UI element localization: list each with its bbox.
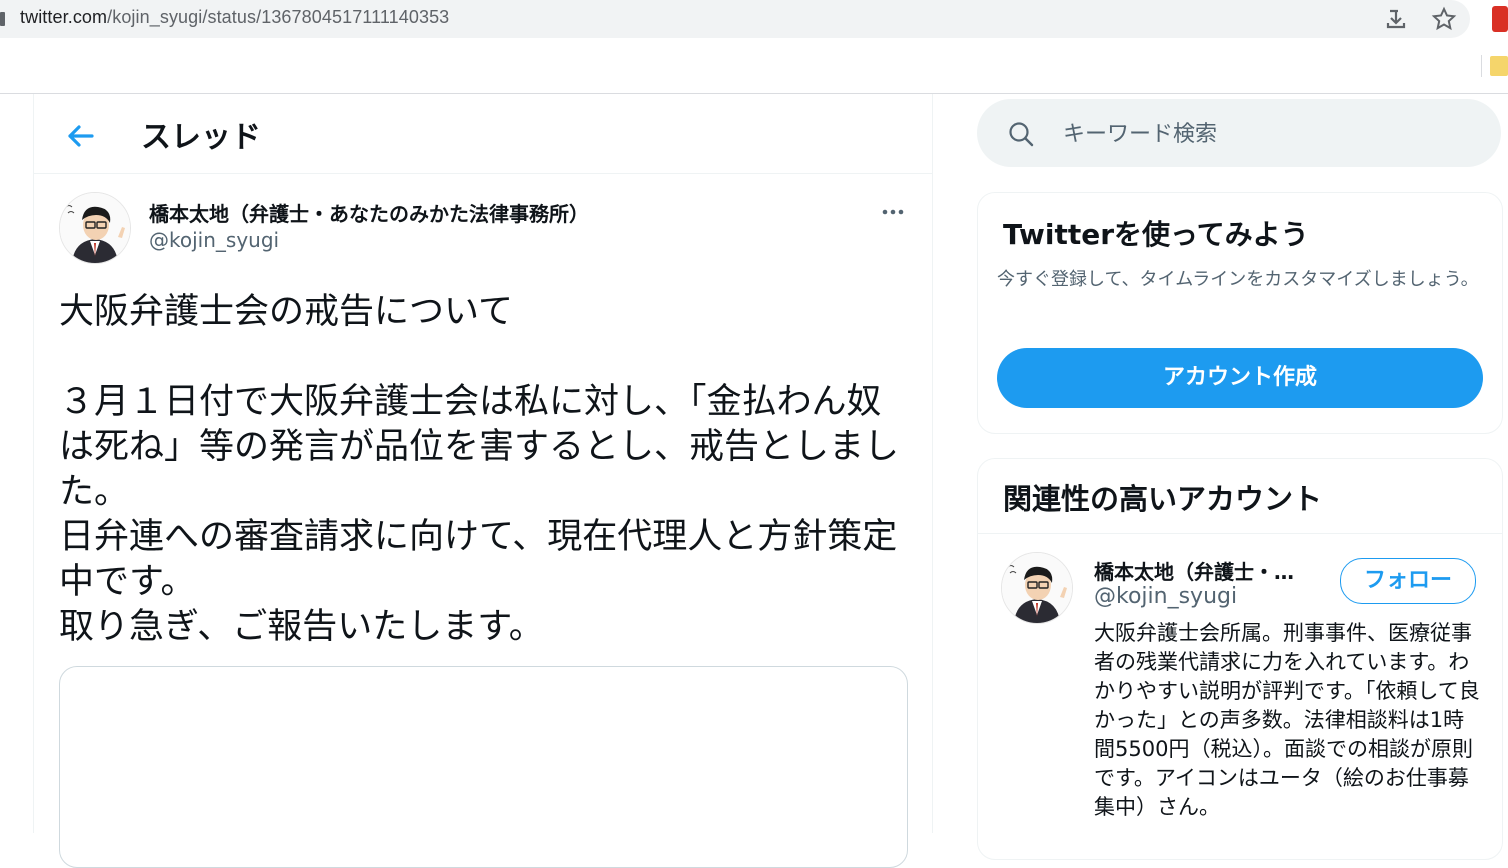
url-field[interactable]: twitter.com/kojin_syugi/status/136780451… xyxy=(0,0,1470,38)
avatar[interactable] xyxy=(1001,552,1073,624)
avatar[interactable] xyxy=(59,192,131,264)
download-icon[interactable] xyxy=(1382,5,1410,33)
related-accounts-title: 関連性の高いアカウント xyxy=(1003,482,1323,516)
lock-icon xyxy=(0,12,5,26)
search-input[interactable] xyxy=(1061,113,1485,155)
more-horizontal-icon[interactable] xyxy=(879,202,909,222)
signup-description: 今すぐ登録して、タイムラインをカスタマイズしましょう。 xyxy=(997,269,1479,290)
browser-address-bar: twitter.com/kojin_syugi/status/136780451… xyxy=(0,0,1508,40)
related-account-handle[interactable]: @kojin_syugi xyxy=(1094,584,1237,609)
star-icon[interactable] xyxy=(1430,5,1458,33)
url-text[interactable]: twitter.com/kojin_syugi/status/136780451… xyxy=(20,7,449,28)
search-box[interactable] xyxy=(977,99,1501,167)
url-path: /kojin_syugi/status/1367804517111140353 xyxy=(107,7,450,27)
related-account-name[interactable]: 橋本太地（弁護士・… xyxy=(1094,556,1319,585)
create-account-button[interactable]: アカウント作成 xyxy=(997,348,1483,408)
related-accounts-card: 関連性の高いアカウント 橋本太地（弁護士・… @kojin_syugi フォロー… xyxy=(977,458,1503,860)
arrow-left-icon[interactable] xyxy=(62,118,98,154)
follow-button[interactable]: フォロー xyxy=(1340,558,1476,604)
related-account-bio: 大阪弁護士会所属。刑事事件、医療従事者の残業代請求に力を入れています。わかりやす… xyxy=(1094,621,1480,819)
folder-icon[interactable] xyxy=(1490,56,1508,76)
avatar-illustration xyxy=(1002,553,1072,623)
avatar-illustration xyxy=(60,193,130,263)
page-title: スレッド xyxy=(141,120,261,155)
tweet-media-card[interactable] xyxy=(59,666,908,868)
tweet-text: 大阪弁護士会の戒告について ３月１日付で大阪弁護士会は私に対し、「金払わん奴は死… xyxy=(59,292,900,647)
main-column: スレッド 橋本太地（弁護士・あなたのみかた法律事務所） @kojin_syugi… xyxy=(33,94,933,868)
tweet-author-name[interactable]: 橋本太地（弁護士・あなたのみかた法律事務所） xyxy=(149,198,589,227)
tweet-author-handle[interactable]: @kojin_syugi xyxy=(149,228,279,252)
bookmarks-divider xyxy=(1481,55,1482,77)
thread-header: スレッド xyxy=(34,94,932,174)
related-accounts-header: 関連性の高いアカウント xyxy=(978,459,1502,534)
search-icon xyxy=(1009,122,1034,147)
url-host: twitter.com xyxy=(20,7,108,27)
bookmarks-bar xyxy=(0,40,1508,94)
signup-card: Twitterを使ってみよう 今すぐ登録して、タイムラインをカスタマイズしましょ… xyxy=(977,192,1503,434)
signup-title: Twitterを使ってみよう xyxy=(1003,218,1309,251)
pdf-extension-icon[interactable] xyxy=(1492,6,1508,32)
